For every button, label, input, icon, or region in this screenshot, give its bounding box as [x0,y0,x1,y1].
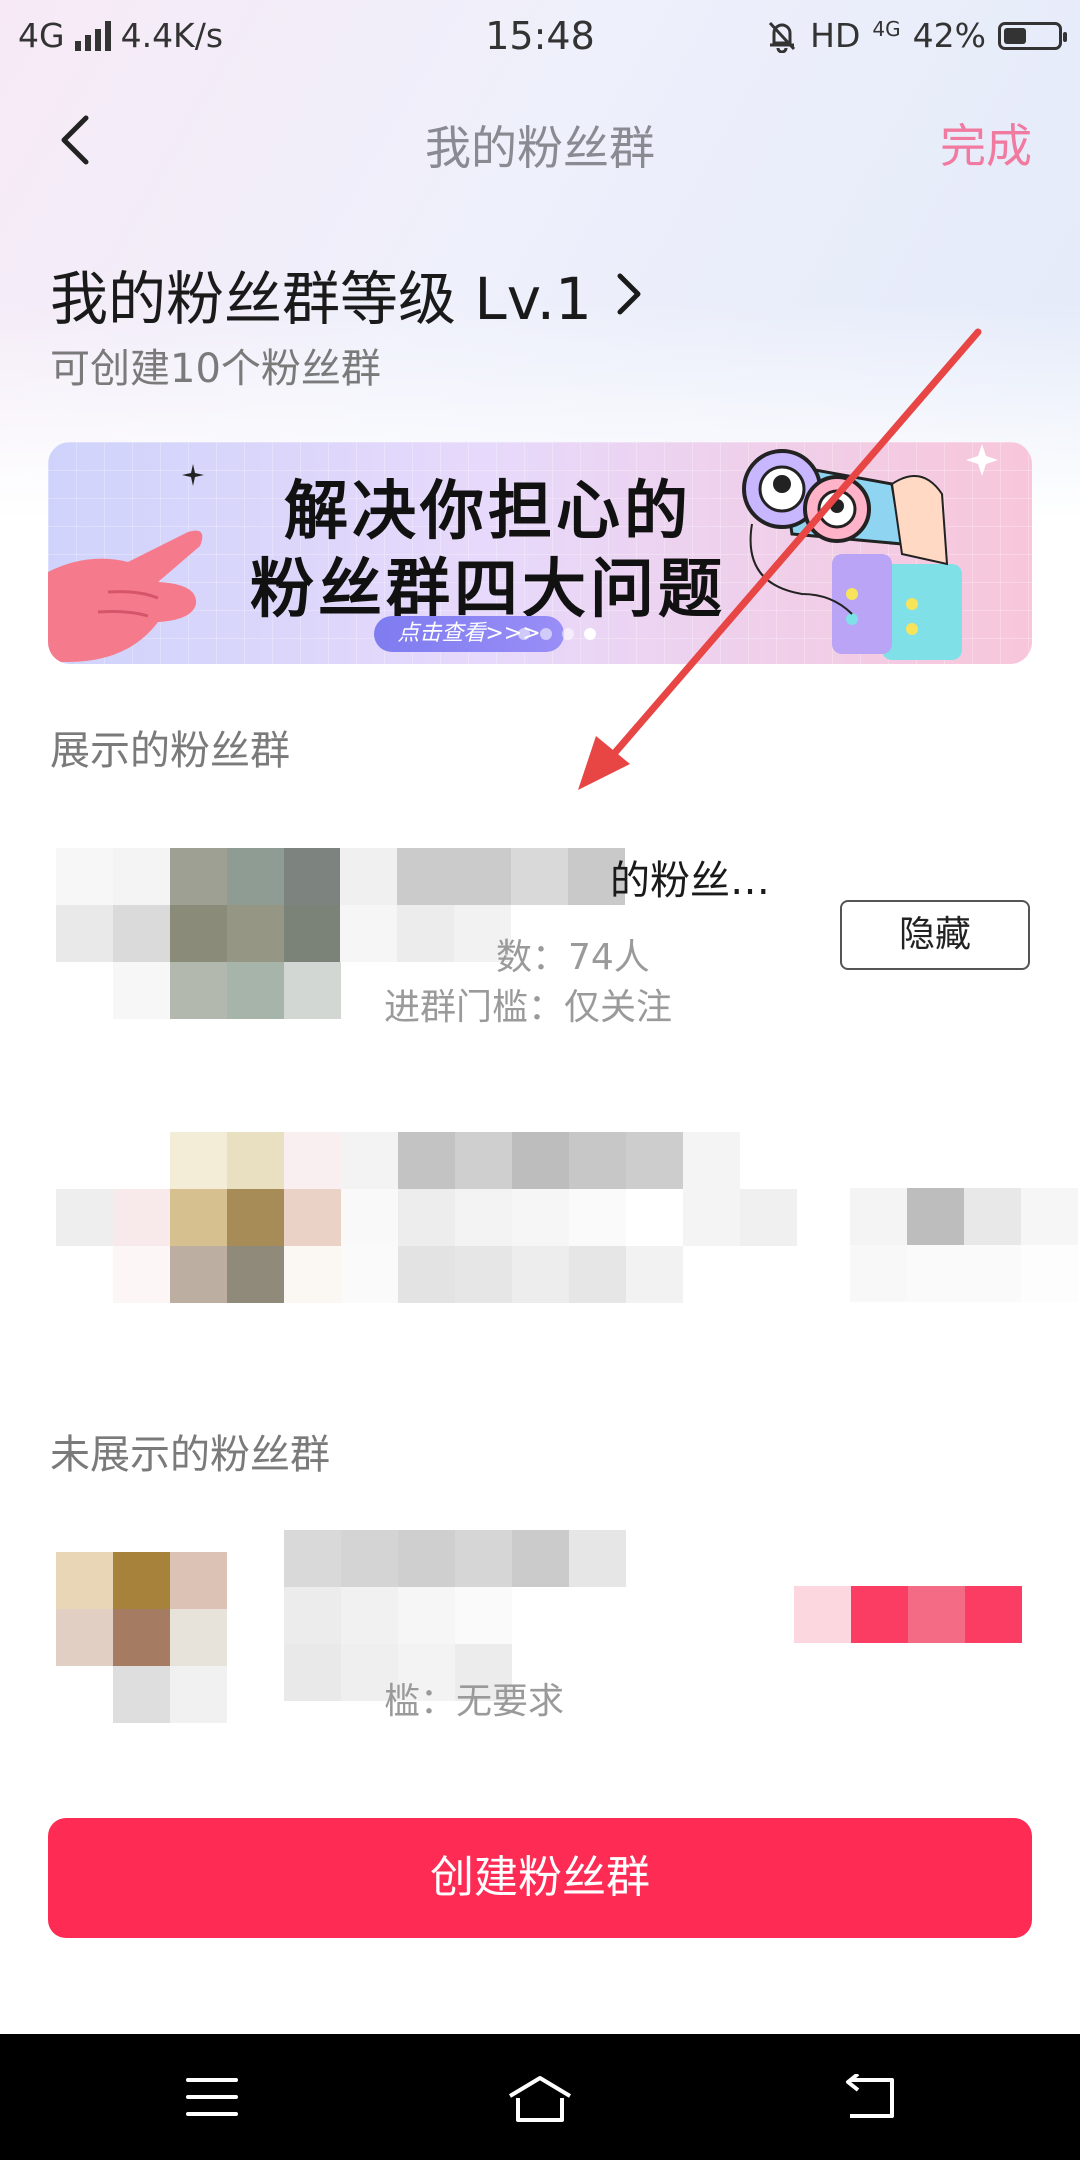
back-icon[interactable] [840,2074,898,2122]
system-nav-bar [0,2034,1080,2160]
home-icon[interactable] [504,2074,576,2124]
menu-icon[interactable] [184,2074,240,2120]
annotation-arrow-icon [578,328,982,790]
